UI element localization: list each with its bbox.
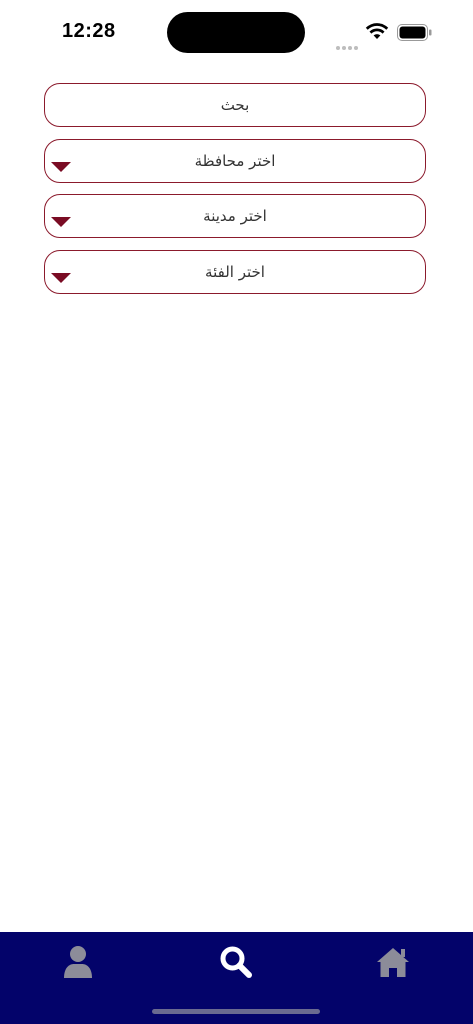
battery-icon [397,24,433,45]
tab-home[interactable] [363,942,423,982]
home-indicator [152,1009,320,1014]
caret-down-icon [51,273,71,283]
category-dropdown[interactable]: اختر الفئة [44,250,426,294]
governorate-dropdown[interactable]: اختر محافظة [44,139,426,183]
caret-down-icon [51,162,71,172]
caret-down-icon [51,217,71,227]
status-bar: 12:28 [0,0,473,64]
search-button-label: بحث [220,96,250,114]
city-dropdown[interactable]: اختر مدينة [44,194,426,238]
category-dropdown-label: اختر الفئة [205,263,265,281]
governorate-dropdown-label: اختر محافظة [194,152,276,170]
city-dropdown-label: اختر مدينة [203,207,267,225]
dynamic-island [167,12,305,53]
wifi-icon [365,22,389,44]
user-icon [64,946,92,978]
cellular-dots-icon [336,35,360,54]
search-icon [220,946,252,978]
tab-search[interactable] [206,942,266,982]
search-button[interactable]: بحث [44,83,426,127]
status-time: 12:28 [62,20,116,42]
home-icon [377,948,409,977]
tab-profile[interactable] [48,942,108,982]
